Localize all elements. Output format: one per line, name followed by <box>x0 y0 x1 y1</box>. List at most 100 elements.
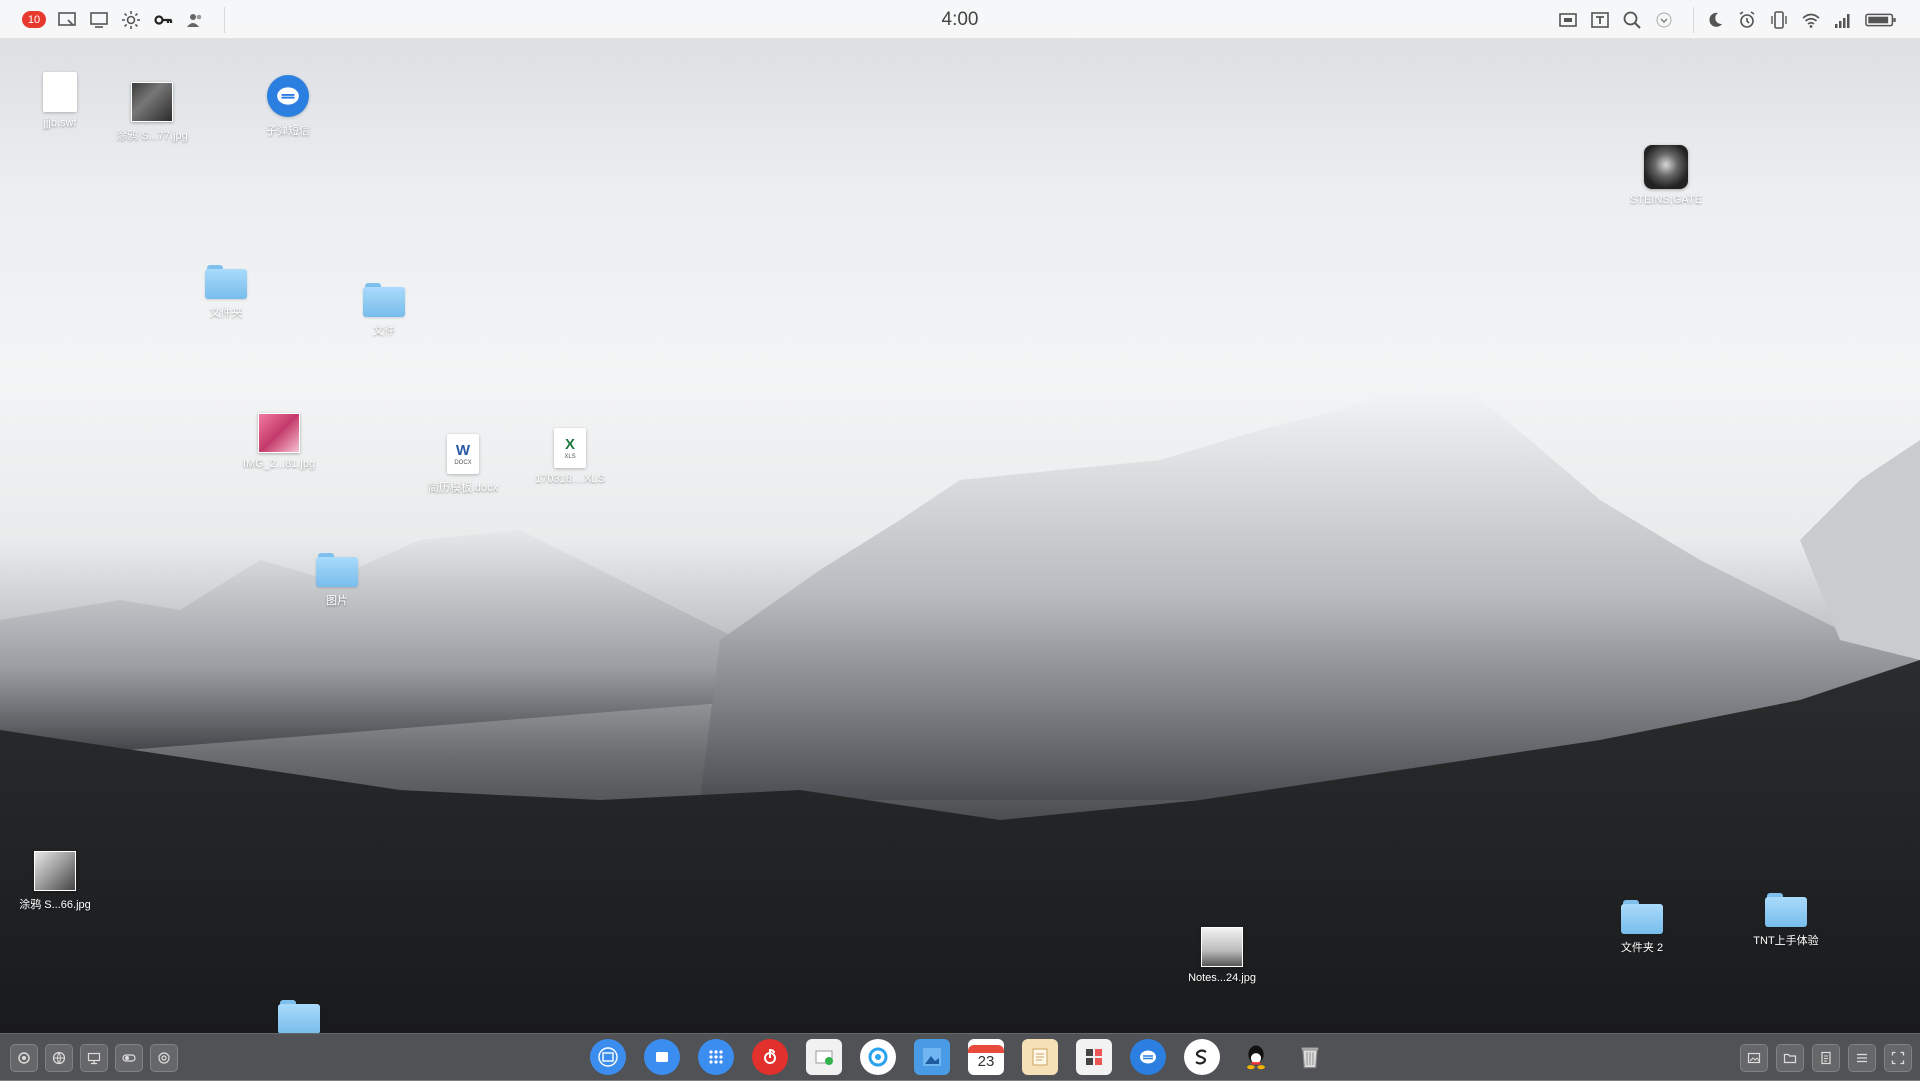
camera-icon <box>158 1052 170 1064</box>
bullet-messenger-app-icon[interactable] <box>1130 1039 1166 1075</box>
desktop-item-label: 文件夹 2 <box>1620 942 1664 954</box>
app-icon <box>1644 145 1688 189</box>
toggle-button[interactable] <box>115 1044 143 1072</box>
file-icon <box>43 72 77 112</box>
qq-app-icon[interactable] <box>1238 1039 1274 1075</box>
launcher-app-icon[interactable] <box>698 1039 734 1075</box>
xls-glyph: X <box>564 436 575 453</box>
chevron-down-icon[interactable] <box>1653 9 1675 31</box>
desktop-item-label: TNT上手体验 <box>1753 935 1819 947</box>
image-thumbnail-icon <box>34 851 76 891</box>
calendar-header <box>968 1044 1004 1053</box>
image-thumbnail-icon <box>258 413 300 453</box>
desktop-app-steins-gate[interactable]: STEINS;GATE <box>1611 145 1721 206</box>
folder-icon <box>278 1000 320 1033</box>
desktop-item-label: jjjb.swf <box>43 117 77 129</box>
desktop-item-label: 简历模板.docx <box>427 482 499 494</box>
desktop-item-label: 子弹短信 <box>266 125 310 137</box>
desktop-folder-partial[interactable] <box>244 1000 354 1033</box>
display-icon[interactable] <box>88 9 110 31</box>
desktop-item-label: 涂鸦 S...77.jpg <box>116 130 188 142</box>
list-icon <box>1857 1053 1867 1063</box>
screen-app-icon[interactable] <box>644 1039 680 1075</box>
record-icon <box>18 1052 30 1064</box>
wallpaper-button[interactable] <box>1740 1044 1768 1072</box>
camera-button[interactable] <box>150 1044 178 1072</box>
folder-icon <box>1765 893 1807 927</box>
desktop-xls-file[interactable]: X XLS 170318....XLS <box>515 428 625 485</box>
status-bar: 10 4:00 <box>0 0 1920 39</box>
record-button[interactable] <box>10 1044 38 1072</box>
desktop-image-file[interactable]: Notes...24.jpg <box>1167 927 1277 984</box>
battery-icon[interactable] <box>1864 9 1900 31</box>
desktop-image-file[interactable]: IMG_2...81.jpg <box>224 413 334 470</box>
word-document-icon: W DOCX <box>447 434 479 474</box>
projector-button[interactable] <box>80 1044 108 1072</box>
photos-app-icon[interactable] <box>914 1039 950 1075</box>
calendar-app-icon[interactable]: 23 <box>968 1039 1004 1075</box>
desktop-docx-file[interactable]: W DOCX 简历模板.docx <box>408 434 518 495</box>
image-icon <box>1747 1052 1761 1064</box>
desktop-folder[interactable]: 文件夹 <box>171 265 281 320</box>
trash-icon[interactable] <box>1292 1039 1328 1075</box>
folder-icon <box>316 553 358 587</box>
desktop-item-label: STEINS;GATE <box>1630 194 1702 206</box>
document-icon <box>1821 1051 1831 1065</box>
calendar-day: 23 <box>977 1052 995 1070</box>
docx-ext: DOCX <box>454 460 472 466</box>
moon-icon[interactable] <box>1704 9 1726 31</box>
desktop-image-file[interactable]: 涂鸦 S...66.jpg <box>0 851 110 912</box>
list-button[interactable] <box>1848 1044 1876 1072</box>
signal-icon[interactable] <box>1832 9 1854 31</box>
desktop-image-file[interactable]: 涂鸦 S...77.jpg <box>97 82 207 143</box>
users-icon[interactable] <box>184 9 206 31</box>
folder-outline-icon <box>1783 1053 1797 1064</box>
sogou-app-icon[interactable] <box>1184 1039 1220 1075</box>
desktop-folder[interactable]: 文件夹 2 <box>1587 900 1697 955</box>
globe-icon <box>52 1051 66 1065</box>
separator <box>1693 6 1694 33</box>
folder-icon <box>205 265 247 299</box>
toggle-icon <box>122 1054 136 1062</box>
browser-app-icon[interactable] <box>860 1039 896 1075</box>
separator <box>224 6 225 33</box>
globe-button[interactable] <box>45 1044 73 1072</box>
desktop-folder[interactable]: TNT上手体验 <box>1731 893 1841 948</box>
screen-record-icon[interactable] <box>1557 9 1579 31</box>
docx-glyph: W <box>455 442 471 459</box>
memo-app-icon[interactable] <box>1022 1039 1058 1075</box>
excel-document-icon: X XLS <box>554 428 586 468</box>
text-icon[interactable] <box>1589 9 1611 31</box>
folder-icon <box>363 283 405 317</box>
vibrate-icon[interactable] <box>1768 9 1790 31</box>
wifi-icon[interactable] <box>1800 9 1822 31</box>
desktop-folder[interactable]: 文件 <box>329 283 439 338</box>
folder-icon <box>1621 900 1663 934</box>
alarm-icon[interactable] <box>1736 9 1758 31</box>
desktop-item-label: IMG_2...81.jpg <box>242 458 316 470</box>
notes-app-icon[interactable] <box>590 1039 626 1075</box>
calculator-app-icon[interactable] <box>1076 1039 1112 1075</box>
desktop-item-label: 图片 <box>326 595 348 607</box>
search-icon[interactable] <box>1621 9 1643 31</box>
desktop-item-label: 170318....XLS <box>535 473 605 485</box>
dock: 23 <box>0 1033 1920 1081</box>
files-button[interactable] <box>1776 1044 1804 1072</box>
desktop-folder[interactable]: 图片 <box>282 553 392 608</box>
netease-music-app-icon[interactable] <box>752 1039 788 1075</box>
fullscreen-button[interactable] <box>1884 1044 1912 1072</box>
screen-icon <box>87 1052 101 1065</box>
xls-ext: XLS <box>564 454 576 460</box>
document-button[interactable] <box>1812 1044 1840 1072</box>
brightness-icon[interactable] <box>120 9 142 31</box>
desktop-app-bullet-messenger[interactable]: 子弹短信 <box>233 75 343 138</box>
notification-badge[interactable]: 10 <box>22 11 46 28</box>
desktop-item-label: Notes...24.jpg <box>1188 972 1256 984</box>
desktop-item-label: 文件夹 <box>209 307 243 319</box>
gallery-app-icon[interactable] <box>806 1039 842 1075</box>
image-thumbnail-icon <box>131 82 173 122</box>
screenshot-icon[interactable] <box>56 9 78 31</box>
key-icon[interactable] <box>152 9 174 31</box>
chat-bubble-icon <box>267 75 309 117</box>
desktop-item-label: 文件 <box>373 325 395 337</box>
